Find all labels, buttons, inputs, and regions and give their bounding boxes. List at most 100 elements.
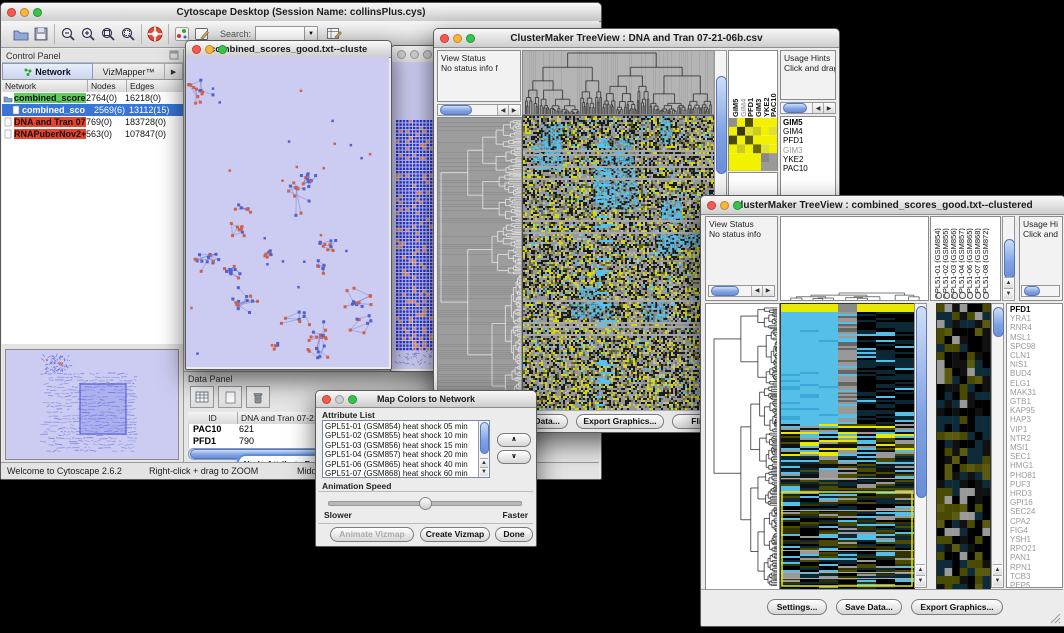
gene-list-item[interactable]: HMG1 (1010, 461, 1062, 470)
gene-list-item[interactable]: CPA2 (1010, 517, 1062, 526)
gene-list-item[interactable]: PUF3 (1010, 480, 1062, 489)
minimize-button[interactable] (205, 45, 214, 54)
export-graphics-button[interactable]: Export Graphics... (911, 599, 1003, 615)
treeview1-column-dendrogram[interactable] (522, 50, 715, 115)
scroll-right-icon[interactable]: ▶ (762, 286, 773, 296)
done-button[interactable]: Done (495, 527, 533, 542)
network-canvas-1[interactable] (186, 57, 389, 367)
gene-list-item[interactable]: MSI1 (1010, 443, 1062, 452)
close-button[interactable] (322, 395, 331, 404)
gene-list-item[interactable]: PEP5 (1010, 581, 1062, 588)
network-row[interactable]: DNA and Tran 07 769(0) 183728(0) (2, 116, 183, 128)
treeview2-titlebar[interactable]: ClusterMaker TreeView : combined_scores_… (701, 196, 1064, 215)
gene-list-item[interactable]: PFD1 (783, 136, 835, 145)
open-file-button[interactable] (11, 24, 31, 44)
attribute-list-vscrollbar[interactable]: ▲▼ (478, 421, 489, 477)
save-button[interactable] (31, 24, 51, 44)
gene-list-item[interactable]: KAP95 (1010, 406, 1062, 415)
treeview2-zoom-heatmap[interactable] (936, 303, 991, 590)
gene-list-item[interactable]: GIM4 (783, 127, 835, 136)
column-header-nodes[interactable]: Nodes (88, 80, 127, 92)
minimize-button[interactable] (20, 8, 29, 17)
close-button[interactable] (397, 50, 406, 59)
main-titlebar[interactable]: Cytoscape Desktop (Session Name: collins… (1, 3, 601, 22)
treeview1-row-dendrogram[interactable] (437, 117, 523, 411)
float-panel-icon[interactable] (169, 47, 179, 65)
network1-titlebar[interactable]: combined_scores_good.txt--cluste... (186, 41, 391, 58)
treeview2-hints-hscrollbar[interactable] (1021, 285, 1060, 297)
gene-list-item[interactable]: VIP1 (1010, 425, 1062, 434)
gene-list-item[interactable]: MSL1 (1010, 333, 1062, 342)
scroll-down-icon[interactable]: ▼ (916, 575, 925, 586)
zoom-in-icon[interactable] (78, 24, 98, 44)
delete-attribute-icon[interactable] (246, 386, 270, 408)
network-row[interactable]: RNAPuberNov2+I 563(0) 107847(0) (2, 128, 183, 140)
scrollbar-thumb[interactable] (916, 306, 927, 498)
data-column-id[interactable]: ID (188, 412, 238, 424)
attribute-item[interactable]: GPL51-04 (GSM857) heat shock 20 min (323, 450, 477, 459)
scroll-down-icon[interactable]: ▼ (1004, 288, 1013, 299)
gene-list-item[interactable]: MAK31 (1010, 388, 1062, 397)
scroll-right-icon[interactable]: ▶ (508, 105, 519, 115)
attribute-item[interactable]: GPL51-01 (GSM854) heat shock 05 min (323, 422, 477, 431)
zoom-out-icon[interactable] (58, 24, 78, 44)
minimize-button[interactable] (720, 201, 729, 210)
scrollbar-thumb[interactable] (1024, 286, 1040, 296)
animation-speed-slider[interactable] (328, 501, 522, 506)
tab-overflow-arrow[interactable]: ▶ (165, 63, 183, 79)
network-overview-panel[interactable] (5, 349, 179, 460)
gene-list-item[interactable]: CLN1 (1010, 351, 1062, 360)
scroll-left-icon[interactable]: ◀ (497, 105, 508, 115)
treeview2-labels-vscrollbar[interactable]: ▲▼ (1002, 216, 1015, 301)
column-header-network[interactable]: Network (2, 80, 88, 92)
treeview1-left-hscrollbar[interactable]: ◀▶ (437, 104, 521, 116)
treeview2-status-hscrollbar[interactable]: ◀▶ (708, 285, 775, 297)
resize-grip[interactable] (1049, 612, 1061, 624)
treeview1-hints-hscrollbar[interactable]: ◀▶ (780, 102, 836, 114)
scroll-up-icon[interactable]: ▲ (916, 564, 925, 575)
create-vizmap-button[interactable]: Create Vizmap (420, 527, 490, 542)
move-up-button[interactable]: ∧ (497, 433, 531, 447)
tab-network[interactable]: Network (2, 63, 93, 79)
dialog-titlebar[interactable]: Map Colors to Network (316, 391, 536, 408)
treeview2-column-dendrogram[interactable] (780, 216, 929, 301)
column-header-edges[interactable]: Edges (127, 80, 181, 92)
scrollbar-thumb[interactable] (440, 105, 472, 115)
scroll-right-icon[interactable]: ▶ (823, 103, 834, 113)
attribute-table-icon[interactable] (190, 386, 214, 408)
scroll-up-icon[interactable]: ▲ (480, 458, 488, 467)
animate-vizmap-button[interactable]: Animate Vizmap (330, 527, 414, 542)
zoom-button[interactable] (348, 395, 357, 404)
treeview2-zoom-vscrollbar[interactable]: ▲▼ (991, 303, 1004, 588)
gene-list-item[interactable]: SEC24 (1010, 507, 1062, 516)
gene-list-item[interactable]: ELG1 (1010, 379, 1062, 388)
gene-list-item[interactable]: GIM5 (783, 118, 835, 127)
new-attribute-icon[interactable] (218, 386, 242, 408)
move-down-button[interactable]: ∨ (497, 450, 531, 464)
gene-list-item[interactable]: SEC1 (1010, 452, 1062, 461)
zoom-fit-icon[interactable] (98, 24, 118, 44)
gene-list-item[interactable]: PAC10 (783, 164, 835, 173)
scrollbar-thumb[interactable] (1004, 239, 1015, 279)
settings-button[interactable]: Settings... (767, 599, 827, 615)
zoom-button[interactable] (466, 34, 475, 43)
scrollbar-thumb[interactable] (711, 286, 739, 296)
gene-list-item[interactable]: YKE2 (783, 155, 835, 164)
gene-list-item[interactable]: YSH1 (1010, 535, 1062, 544)
scrollbar-thumb[interactable] (993, 307, 1004, 337)
minimize-button[interactable] (335, 395, 344, 404)
gene-list-item[interactable]: RNR4 (1010, 323, 1062, 332)
network-row-selected[interactable]: combined_sco 2569(6) 13112(15) (2, 104, 183, 116)
attribute-item[interactable]: GPL51-07 (GSM868) heat shock 60 min (323, 469, 477, 478)
minimize-button[interactable] (410, 50, 419, 59)
gene-list-item[interactable]: GTB1 (1010, 397, 1062, 406)
zoom-button[interactable] (218, 45, 227, 54)
close-button[interactable] (440, 34, 449, 43)
treeview2-heat-vscrollbar[interactable]: ▲▼ (914, 303, 927, 588)
gene-list-item[interactable]: TCB3 (1010, 572, 1062, 581)
network-row[interactable]: combined_scores 2764(0) 16218(0) (2, 92, 183, 104)
zoom-button[interactable] (423, 50, 432, 59)
treeview1-zoom-heatmap[interactable] (729, 118, 777, 171)
treeview2-heatmap[interactable] (780, 303, 915, 590)
scrollbar-thumb[interactable] (783, 103, 807, 113)
